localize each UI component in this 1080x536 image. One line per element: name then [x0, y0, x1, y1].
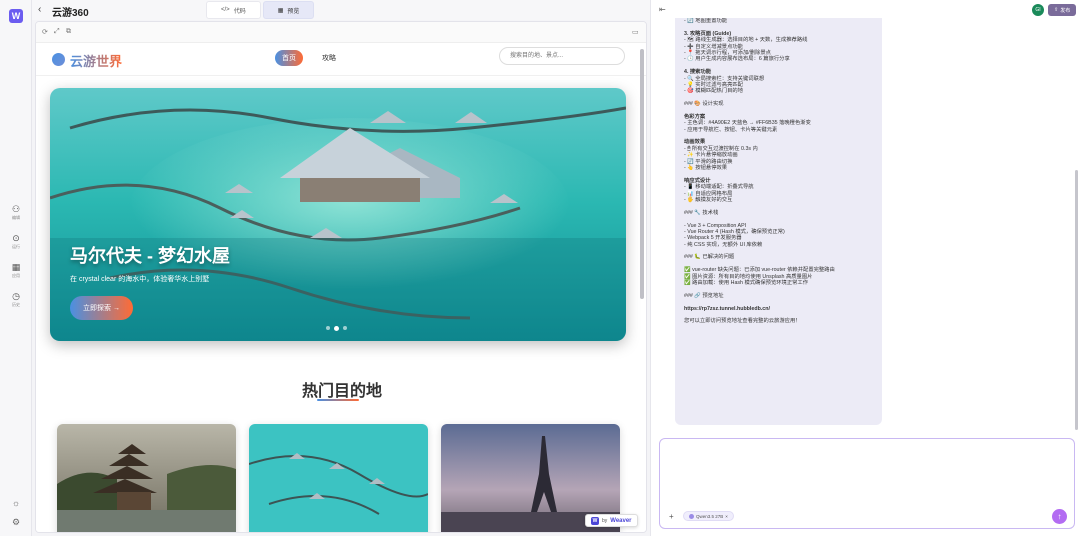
play-icon: ⊙ — [12, 233, 20, 243]
hero-subtitle: 在 crystal clear 的海水中，体验奢华水上别墅 — [70, 276, 210, 283]
send-button[interactable]: ↑ — [1052, 509, 1067, 524]
site-navbar: 云游世界 首页 攻略 — [36, 43, 646, 76]
settings-gear-icon[interactable]: ⚙ — [0, 517, 32, 528]
carousel-dot-active[interactable] — [334, 325, 339, 331]
chat-line: 您可以立即访问预览地址查看完整的云旅游应用！ — [684, 318, 801, 325]
tab-preview[interactable]: ▦ 预览 — [262, 1, 315, 19]
rail-item-apps[interactable]: ▦ 应用 — [0, 262, 32, 279]
destination-card-maldives[interactable] — [249, 424, 428, 532]
section-title: 热门目的地 — [301, 383, 382, 400]
workflow-icon: ⚇ — [11, 204, 21, 214]
rail-item-run[interactable]: ⊙ 运行 — [0, 233, 32, 250]
model-selector[interactable]: Qwen3.5 27B × — [683, 511, 734, 521]
section-underline — [317, 399, 359, 401]
project-title: 云游360 — [52, 8, 89, 19]
hero-image-maldives — [50, 88, 626, 341]
close-icon[interactable]: × — [725, 514, 728, 519]
assistant-message: - 🔄 地图重置功能 3. 攻略页面 (Guide) - 🗺 路线生成器：选择目的地… — [675, 18, 882, 425]
refresh-icon[interactable]: ⟳ — [42, 28, 48, 36]
chat-panel: ⇤ GI ⇪ 发布 - 🔄 地图重置功能 3. 攻略页面 (Guide) - 🗺 路… — [650, 0, 1080, 536]
apps-icon: ▦ — [11, 262, 21, 272]
card-image-bali — [57, 424, 236, 532]
rail-item-edit[interactable]: ⚇ 编辑 — [0, 204, 32, 221]
expand-icon[interactable]: ⤢ — [54, 28, 60, 36]
nav-home-button[interactable]: 首页 — [275, 50, 303, 66]
hero-title: 马尔代夫 - 梦幻水屋 — [70, 246, 230, 266]
preview-toolbar: ⟳ ⤢ ⧉ ▭ — [36, 22, 646, 43]
history-icon: ◷ — [12, 291, 20, 301]
destination-card-bali[interactable] — [57, 424, 236, 532]
carousel-dot[interactable] — [343, 326, 347, 330]
theme-icon[interactable]: ☼ — [0, 498, 32, 508]
nav-guide-link[interactable]: 攻略 — [322, 53, 336, 63]
preview-scrollbar[interactable] — [640, 49, 644, 299]
upload-icon: ⇪ — [1054, 7, 1059, 13]
site-brand[interactable]: 云游世界 — [70, 51, 122, 70]
arrow-up-icon: ↑ — [1057, 512, 1062, 521]
hero-carousel[interactable]: 马尔代夫 - 梦幻水屋 在 crystal clear 的海水中，体验奢华水上别… — [50, 88, 626, 341]
preview-frame: ⟳ ⤢ ⧉ ▭ 云游世界 首页 攻略 搜索目的地、景点... 马尔代夫 - 梦幻… — [35, 21, 647, 533]
rail-item-history[interactable]: ◷ 历史 — [0, 291, 32, 308]
weaver-badge[interactable]: W by Weaver — [585, 514, 638, 527]
card-image-maldives — [249, 424, 428, 532]
left-rail: W ⚇ 编辑 ⊙ 运行 ▦ 应用 ◷ 历史 ☼ ⚙ — [0, 0, 32, 536]
site-preview: 云游世界 首页 攻略 搜索目的地、景点... 马尔代夫 - 梦幻水屋 在 cry… — [36, 43, 646, 532]
collapse-panel-icon[interactable]: ⇤ — [659, 5, 666, 14]
weaver-logo-icon: W — [591, 516, 599, 525]
app-logo[interactable]: W — [9, 9, 23, 23]
external-link-icon[interactable]: ⧉ — [66, 28, 71, 36]
model-icon — [689, 513, 694, 519]
chat-input-box[interactable]: + Qwen3.5 27B × ↑ — [659, 438, 1075, 529]
code-icon: </> — [221, 7, 230, 13]
preview-icon: ▦ — [277, 7, 284, 14]
chevron-left-icon[interactable]: ‹ — [38, 4, 41, 15]
plus-icon[interactable]: + — [669, 512, 674, 521]
chat-scrollbar[interactable] — [1075, 170, 1078, 430]
user-avatar[interactable]: GI — [1032, 4, 1044, 16]
top-bar: ‹ 云游360 </> 代码 ▦ 预览 — [32, 0, 650, 20]
carousel-dots — [326, 325, 347, 331]
carousel-dot[interactable] — [326, 326, 330, 330]
publish-button[interactable]: ⇪ 发布 — [1048, 4, 1077, 16]
device-icon[interactable]: ▭ — [632, 28, 639, 36]
brand-logo-icon — [52, 53, 65, 66]
tab-code[interactable]: </> 代码 — [206, 1, 261, 19]
destination-search-input[interactable] — [499, 47, 625, 65]
view-tabs: </> 代码 ▦ 预览 — [206, 1, 315, 19]
explore-button[interactable]: 立即探索 → — [70, 296, 133, 320]
